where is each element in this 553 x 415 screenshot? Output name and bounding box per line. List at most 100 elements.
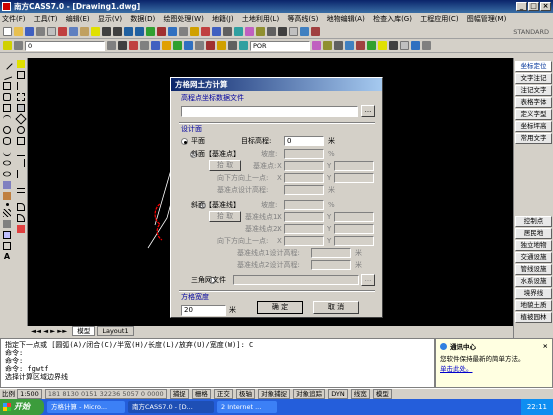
style-standard[interactable]: STANDARD (513, 28, 553, 36)
new-icon[interactable] (3, 27, 12, 36)
menu-sheet[interactable]: 图幅管理(M) (467, 15, 507, 23)
plane-radio[interactable] (181, 138, 188, 145)
ray-icon[interactable] (1, 69, 13, 81)
layer-icon[interactable] (157, 27, 166, 36)
gradient-icon[interactable] (3, 220, 11, 228)
menu-draw[interactable]: 绘图处理(W) (163, 15, 203, 23)
task-word[interactable]: 方格计算 - Micro... (47, 401, 125, 413)
panel-pipeline[interactable]: 管线设施 (515, 264, 552, 275)
sl-pt2-y[interactable] (334, 224, 374, 234)
task-ie[interactable]: 2 Internet ... (217, 401, 277, 413)
task-cass[interactable]: 南方CASS7.0 - [D... (128, 401, 214, 413)
lineweight-toggle[interactable]: 线宽 (350, 389, 370, 399)
command-prompt[interactable]: 选择计算区域边界线 (5, 373, 430, 381)
snap-toggle[interactable]: 捕捉 (169, 389, 189, 399)
plot-icon[interactable] (162, 41, 171, 50)
panel-annot-text[interactable]: 注记文字 (515, 85, 552, 96)
color-icon[interactable] (129, 41, 138, 50)
dyn-toggle[interactable]: DYN (328, 389, 348, 399)
menu-tools[interactable]: 工具(T) (34, 15, 58, 23)
insert-block-icon[interactable] (3, 181, 11, 189)
spline-icon[interactable] (3, 148, 11, 156)
layer-manager-icon[interactable] (3, 41, 12, 50)
sl-pt2-x[interactable] (284, 224, 324, 234)
sl-slope-input[interactable] (284, 200, 324, 210)
tool-j-icon[interactable] (334, 41, 343, 50)
polyline-icon[interactable] (3, 82, 11, 90)
panel-water[interactable]: 水系设施 (515, 276, 552, 287)
copy-obj-icon[interactable] (16, 71, 25, 79)
grid-toggle[interactable]: 栅格 (191, 389, 211, 399)
point-draw-icon[interactable] (5, 203, 9, 206)
sp-slope-input[interactable] (284, 149, 324, 159)
chamfer-icon[interactable] (16, 203, 25, 211)
panel-vegetation[interactable]: 植被园林 (515, 312, 552, 323)
fillet-icon[interactable] (16, 214, 25, 222)
polar-toggle[interactable]: 极轴 (236, 389, 255, 399)
layer-prev-icon[interactable] (118, 41, 127, 50)
minimize-button[interactable]: _ (516, 2, 527, 11)
panel-landform[interactable]: 地貌土质 (515, 300, 552, 311)
properties-icon[interactable] (146, 27, 155, 36)
grid-icon[interactable] (223, 27, 232, 36)
tool-e-icon[interactable] (217, 41, 226, 50)
mirror-icon[interactable] (16, 82, 25, 90)
snap-icon[interactable] (267, 27, 276, 36)
menu-cadastre[interactable]: 地籍(J) (212, 15, 234, 23)
dialog-title-bar[interactable]: 方格网土方计算 (171, 78, 382, 91)
otrack-toggle[interactable]: 对象追踪 (293, 389, 326, 399)
menu-check[interactable]: 检查入库(G) (373, 15, 412, 23)
menu-view[interactable]: 显示(V) (98, 15, 122, 23)
mtext-icon[interactable]: A (4, 253, 10, 261)
menu-contour[interactable]: 等高线(S) (287, 15, 318, 23)
undo-icon[interactable] (102, 27, 111, 36)
sl-pt1-y[interactable] (334, 212, 374, 222)
tab-layout1[interactable]: Layout1 (97, 326, 134, 336)
arc-icon[interactable] (212, 27, 221, 36)
sl-down-x[interactable] (284, 236, 324, 246)
panel-text-annot[interactable]: 文字注记 (515, 73, 552, 84)
tool-d-icon[interactable] (206, 41, 215, 50)
open-icon[interactable] (14, 27, 23, 36)
panel-table-font[interactable]: 表格字体 (515, 97, 552, 108)
osnap-toggle[interactable]: 对象捕捉 (258, 389, 291, 399)
redo-icon[interactable] (113, 27, 122, 36)
tool-l-icon[interactable] (356, 41, 365, 50)
stretch-icon[interactable] (16, 148, 25, 156)
comm-close-icon[interactable]: × (543, 342, 548, 350)
circle-icon[interactable] (201, 27, 210, 36)
panel-common-text[interactable]: 常用文字 (515, 133, 552, 144)
panel-control-point[interactable]: 控制点 (515, 216, 552, 227)
help-icon[interactable] (168, 27, 177, 36)
misc-icon[interactable] (289, 27, 298, 36)
panel-residential[interactable]: 居民地 (515, 228, 552, 239)
make-block-icon[interactable] (3, 192, 11, 200)
explode-icon[interactable] (16, 225, 25, 233)
tool-f-icon[interactable] (228, 41, 237, 50)
command-window[interactable]: 指定下一点或 [圆弧(A)/闭合(C)/半宽(H)/长度(L)/放弃(U)/宽度… (0, 338, 435, 388)
panel-define-font[interactable]: 定义字型 (515, 109, 552, 120)
match-icon[interactable] (91, 27, 100, 36)
trim-icon[interactable] (17, 159, 25, 167)
sp-design-input[interactable] (284, 185, 324, 195)
copy-icon[interactable] (69, 27, 78, 36)
tab-nav-icon[interactable]: ◄◄ ◄ ► ►► (28, 327, 70, 335)
polygon-icon[interactable] (3, 93, 11, 101)
menu-file[interactable]: 文件(F) (2, 15, 26, 23)
paste-icon[interactable] (80, 27, 89, 36)
hatch-icon[interactable] (245, 27, 254, 36)
menu-landuse[interactable]: 土地利用(L) (242, 15, 279, 23)
erase-icon[interactable] (16, 60, 25, 68)
tool-p-icon[interactable] (400, 41, 409, 50)
triangle-browse-button[interactable]: ... (361, 274, 375, 286)
print-icon[interactable] (36, 27, 45, 36)
stop-icon[interactable] (311, 27, 320, 36)
dim-icon[interactable] (256, 27, 265, 36)
tool-o-icon[interactable] (389, 41, 398, 50)
tool-i-icon[interactable] (323, 41, 332, 50)
panel-independent[interactable]: 独立地物 (515, 240, 552, 251)
cloud-icon[interactable] (3, 137, 11, 145)
grid-width-input[interactable]: 20 (181, 305, 226, 316)
sl-pt1-design-input[interactable] (311, 248, 351, 258)
close-button[interactable]: × (540, 2, 551, 11)
